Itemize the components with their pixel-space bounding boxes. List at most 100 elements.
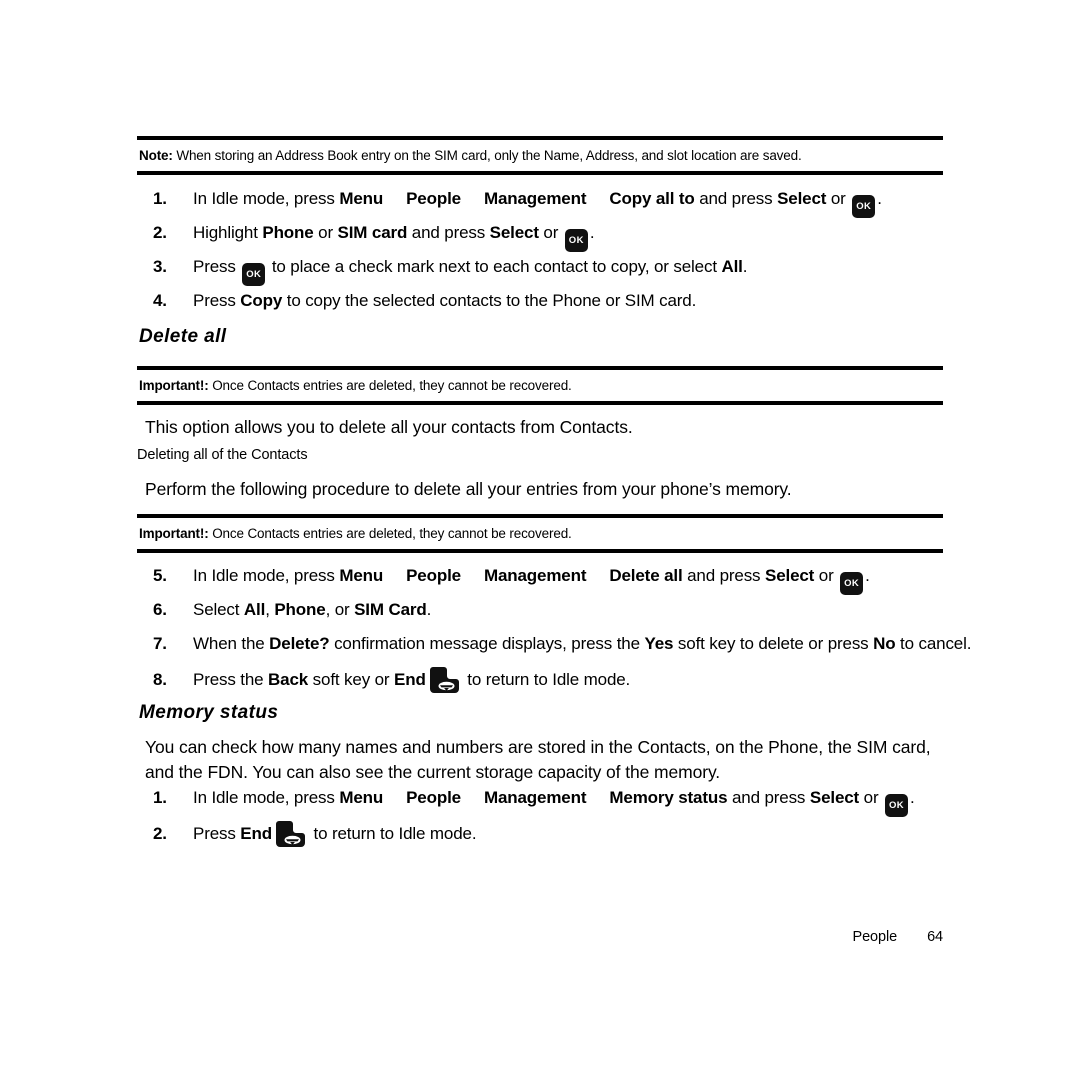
- memory-step-item-1: 1. In Idle mode, press Menu People Manageme…: [153, 786, 953, 817]
- step-text-mid: soft key or: [308, 670, 395, 689]
- step-item-3: 3. Press OK to place a check mark next to…: [153, 255, 953, 286]
- select-softkey-label: Select: [765, 566, 815, 585]
- step-item-1: 1. In Idle mode, press Menu People Manageme…: [153, 187, 953, 218]
- step-text-mid2: and press: [407, 223, 490, 242]
- back-softkey-label: Back: [268, 670, 309, 689]
- yes-softkey-label: Yes: [644, 634, 674, 653]
- manual-page: Note: When storing an Address Book entry…: [0, 0, 1080, 1080]
- step-text-mid2: , or: [325, 600, 355, 619]
- no-softkey-label: No: [873, 634, 896, 653]
- end-call-key-icon: [275, 820, 306, 848]
- step-text: In Idle mode, press: [193, 788, 340, 807]
- step-text: Press: [193, 824, 241, 843]
- step-text-or: or: [538, 223, 563, 242]
- important-callout-1: Important!: Once Contacts entries are de…: [137, 366, 943, 405]
- section-heading-delete-all: Delete all: [139, 326, 227, 347]
- step-number: 1.: [153, 788, 167, 807]
- step-text: In Idle mode, press: [193, 189, 340, 208]
- step-number: 3.: [153, 257, 167, 276]
- delete-all-subcaption: Deleting all of the Contacts: [137, 447, 308, 463]
- step-item-4: 4. Press Copy to copy the selected contac…: [153, 289, 953, 313]
- delete-all-perform-paragraph: Perform the following procedure to delet…: [145, 479, 792, 499]
- option-sim-card: SIM Card: [354, 600, 427, 619]
- option-all: All: [243, 600, 266, 619]
- option-phone: Phone: [262, 223, 314, 242]
- step-text-mid: and press: [727, 788, 810, 807]
- end-key-label: End: [240, 824, 272, 843]
- step-text-mid2: soft key to delete or press: [673, 634, 874, 653]
- step-text: When the: [193, 634, 270, 653]
- menu-token-menu: Menu: [339, 788, 384, 807]
- step-text-post: to copy the selected contacts to the Pho…: [282, 291, 697, 310]
- select-softkey-label: Select: [777, 189, 827, 208]
- step-text-post: to return to Idle mode.: [462, 670, 631, 689]
- end-call-key-icon: [429, 666, 460, 694]
- step-text-or: or: [826, 189, 851, 208]
- ok-key-icon: OK: [885, 794, 909, 817]
- step-text-post: to cancel.: [895, 634, 972, 653]
- step-text-mid: and press: [694, 189, 778, 208]
- important-callout-2-label: Important!:: [139, 526, 209, 541]
- step-text: Press: [193, 257, 241, 276]
- important-callout-2-body: Once Contacts entries are deleted, they …: [208, 526, 572, 541]
- important-callout-1-body: Once Contacts entries are deleted, they …: [208, 378, 572, 393]
- menu-token-people: People: [406, 189, 461, 208]
- step-item-6: 6. Select All, Phone, or SIM Card.: [153, 598, 953, 622]
- ok-key-icon: OK: [242, 263, 266, 286]
- step-text-post: .: [877, 189, 882, 208]
- option-all: All: [721, 257, 743, 276]
- step-text-post: .: [865, 566, 870, 585]
- note-callout-text: Note: When storing an Address Book entry…: [139, 147, 941, 164]
- step-text-mid: confirmation message displays, press the: [329, 634, 645, 653]
- important-callout-1-label: Important!:: [139, 378, 209, 393]
- step-text: Select: [193, 600, 244, 619]
- step-text: Press: [193, 291, 241, 310]
- step-text-mid: and press: [682, 566, 765, 585]
- step-text-or: or: [814, 566, 839, 585]
- option-phone: Phone: [274, 600, 326, 619]
- option-copy: Copy: [240, 291, 283, 310]
- step-number: 1.: [153, 189, 167, 208]
- menu-token-management: Management: [483, 788, 587, 807]
- menu-token-people: People: [406, 566, 461, 585]
- menu-token-people: People: [406, 788, 461, 807]
- important-callout-2: Important!: Once Contacts entries are de…: [137, 514, 943, 553]
- menu-token-memory-status: Memory status: [609, 788, 728, 807]
- delete-all-intro-paragraph: This option allows you to delete all you…: [145, 417, 633, 437]
- select-softkey-label: Select: [809, 788, 860, 807]
- step-text-mid: or: [313, 223, 338, 242]
- step-number: 5.: [153, 566, 167, 585]
- step-text-mid: ,: [265, 600, 275, 619]
- dialog-delete-prompt: Delete?: [269, 634, 330, 653]
- menu-token-management: Management: [483, 566, 587, 585]
- step-item-2: 2. Highlight Phone or SIM card and press …: [153, 221, 953, 252]
- note-callout: Note: When storing an Address Book entry…: [137, 136, 943, 175]
- select-softkey-label: Select: [489, 223, 539, 242]
- ok-key-icon: OK: [564, 229, 588, 252]
- step-number: 6.: [153, 600, 167, 619]
- menu-token-menu: Menu: [339, 189, 384, 208]
- menu-token-delete-all: Delete all: [609, 566, 683, 585]
- footer-page-number: 64: [927, 929, 943, 945]
- step-text-post: .: [742, 257, 748, 276]
- step-number: 4.: [153, 291, 167, 310]
- important-callout-2-text: Important!: Once Contacts entries are de…: [139, 525, 941, 542]
- step-text: Press the: [193, 670, 269, 689]
- step-item-8: 8. Press the Back soft key or End to retu…: [153, 666, 953, 694]
- memory-status-intro-paragraph: You can check how many names and numbers…: [145, 737, 931, 782]
- step-number: 8.: [153, 670, 167, 689]
- step-text: Highlight: [193, 223, 263, 242]
- step-text-or: or: [859, 788, 884, 807]
- important-callout-1-text: Important!: Once Contacts entries are de…: [139, 377, 941, 394]
- step-text-mid: to place a check mark next to each conta…: [267, 257, 722, 276]
- step-text: In Idle mode, press: [193, 566, 340, 585]
- step-text-post: .: [426, 600, 432, 619]
- ok-key-icon: OK: [852, 195, 876, 218]
- step-text-post: .: [910, 788, 915, 807]
- step-number: 2.: [153, 824, 167, 843]
- step-item-7: 7. When the Delete? confirmation message …: [153, 632, 971, 656]
- memory-step-item-2: 2. Press End to return to Idle mode.: [153, 820, 953, 848]
- step-number: 7.: [153, 634, 167, 653]
- ok-key-icon: OK: [840, 572, 864, 595]
- end-key-label: End: [394, 670, 426, 689]
